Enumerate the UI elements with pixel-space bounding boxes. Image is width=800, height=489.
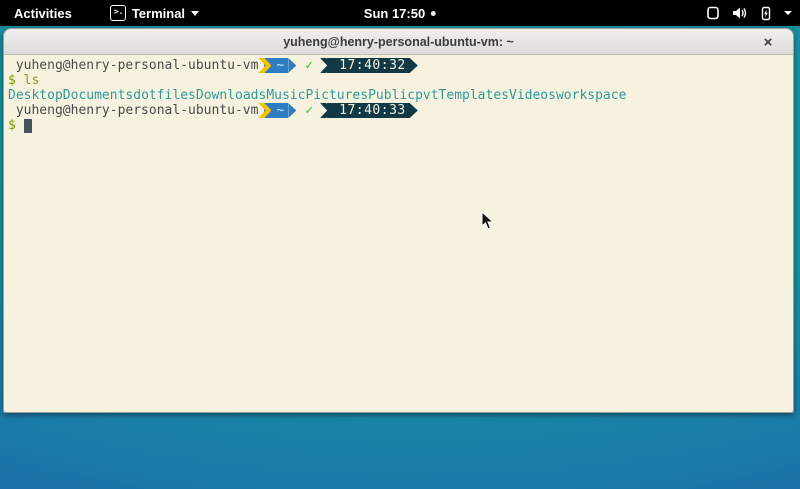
window-titlebar[interactable]: yuheng@henry-personal-ubuntu-vm: ~ × [4, 29, 793, 55]
command-text: ls [24, 73, 40, 88]
prompt-time-segment: 17:40:33 [327, 103, 410, 118]
system-status-area[interactable] [705, 5, 792, 21]
directory-name: Public [368, 88, 415, 103]
clock-button[interactable]: Sun 17:50 [364, 6, 436, 21]
directory-name: dotfiles [133, 88, 196, 103]
directory-name: Templates [439, 88, 509, 103]
directory-name: Music [266, 88, 305, 103]
screen-icon [705, 5, 721, 21]
prompt-time-segment: 17:40:32 [327, 58, 410, 73]
chevron-down-icon [784, 11, 792, 15]
command-line: $ ls [8, 73, 791, 88]
notification-dot-icon [431, 11, 436, 16]
prompt-user-host: yuheng@henry-personal-ubuntu-vm [8, 103, 258, 118]
status-check-icon: ✓ [296, 58, 320, 73]
text-cursor [24, 119, 32, 133]
clock-label: Sun 17:50 [364, 6, 425, 21]
close-button[interactable]: × [757, 29, 779, 55]
battery-charging-icon [758, 5, 774, 21]
prompt-line: yuheng@henry-personal-ubuntu-vm ~ ✓ 17:4… [8, 103, 791, 118]
directory-name: workspace [556, 88, 626, 103]
ls-output: Desktop Documents dotfiles Downloads Mus… [8, 88, 791, 103]
terminal-app-icon: >. [110, 5, 126, 21]
current-input-line[interactable]: $ [8, 118, 791, 133]
top-bar: Activities >. Terminal Sun 17:50 [0, 0, 800, 26]
status-check-icon: ✓ [296, 103, 320, 118]
directory-name: Videos [509, 88, 556, 103]
prompt-user-host: yuheng@henry-personal-ubuntu-vm [8, 58, 258, 73]
prompt-symbol: $ [8, 118, 16, 133]
powerline-arrow-icon [410, 103, 418, 118]
directory-name: Documents [63, 88, 133, 103]
app-menu-label: Terminal [132, 6, 185, 21]
activities-button[interactable]: Activities [10, 6, 76, 21]
powerline-arrow-icon [288, 103, 296, 118]
terminal-content[interactable]: yuheng@henry-personal-ubuntu-vm ~ ✓ 17:4… [4, 55, 793, 412]
volume-icon [731, 5, 748, 21]
prompt-line: yuheng@henry-personal-ubuntu-vm ~ ✓ 17:4… [8, 58, 791, 73]
terminal-window: yuheng@henry-personal-ubuntu-vm: ~ × yuh… [3, 28, 794, 413]
window-title: yuheng@henry-personal-ubuntu-vm: ~ [283, 35, 514, 49]
prompt-symbol: $ [8, 73, 16, 88]
powerline-arrow-icon [410, 58, 418, 73]
app-menu[interactable]: >. Terminal [110, 5, 199, 21]
directory-name: Pictures [305, 88, 368, 103]
directory-name: pvt [415, 88, 438, 103]
chevron-down-icon [191, 11, 199, 16]
powerline-arrow-icon [288, 58, 296, 73]
directory-name: Downloads [196, 88, 266, 103]
directory-name: Desktop [8, 88, 63, 103]
